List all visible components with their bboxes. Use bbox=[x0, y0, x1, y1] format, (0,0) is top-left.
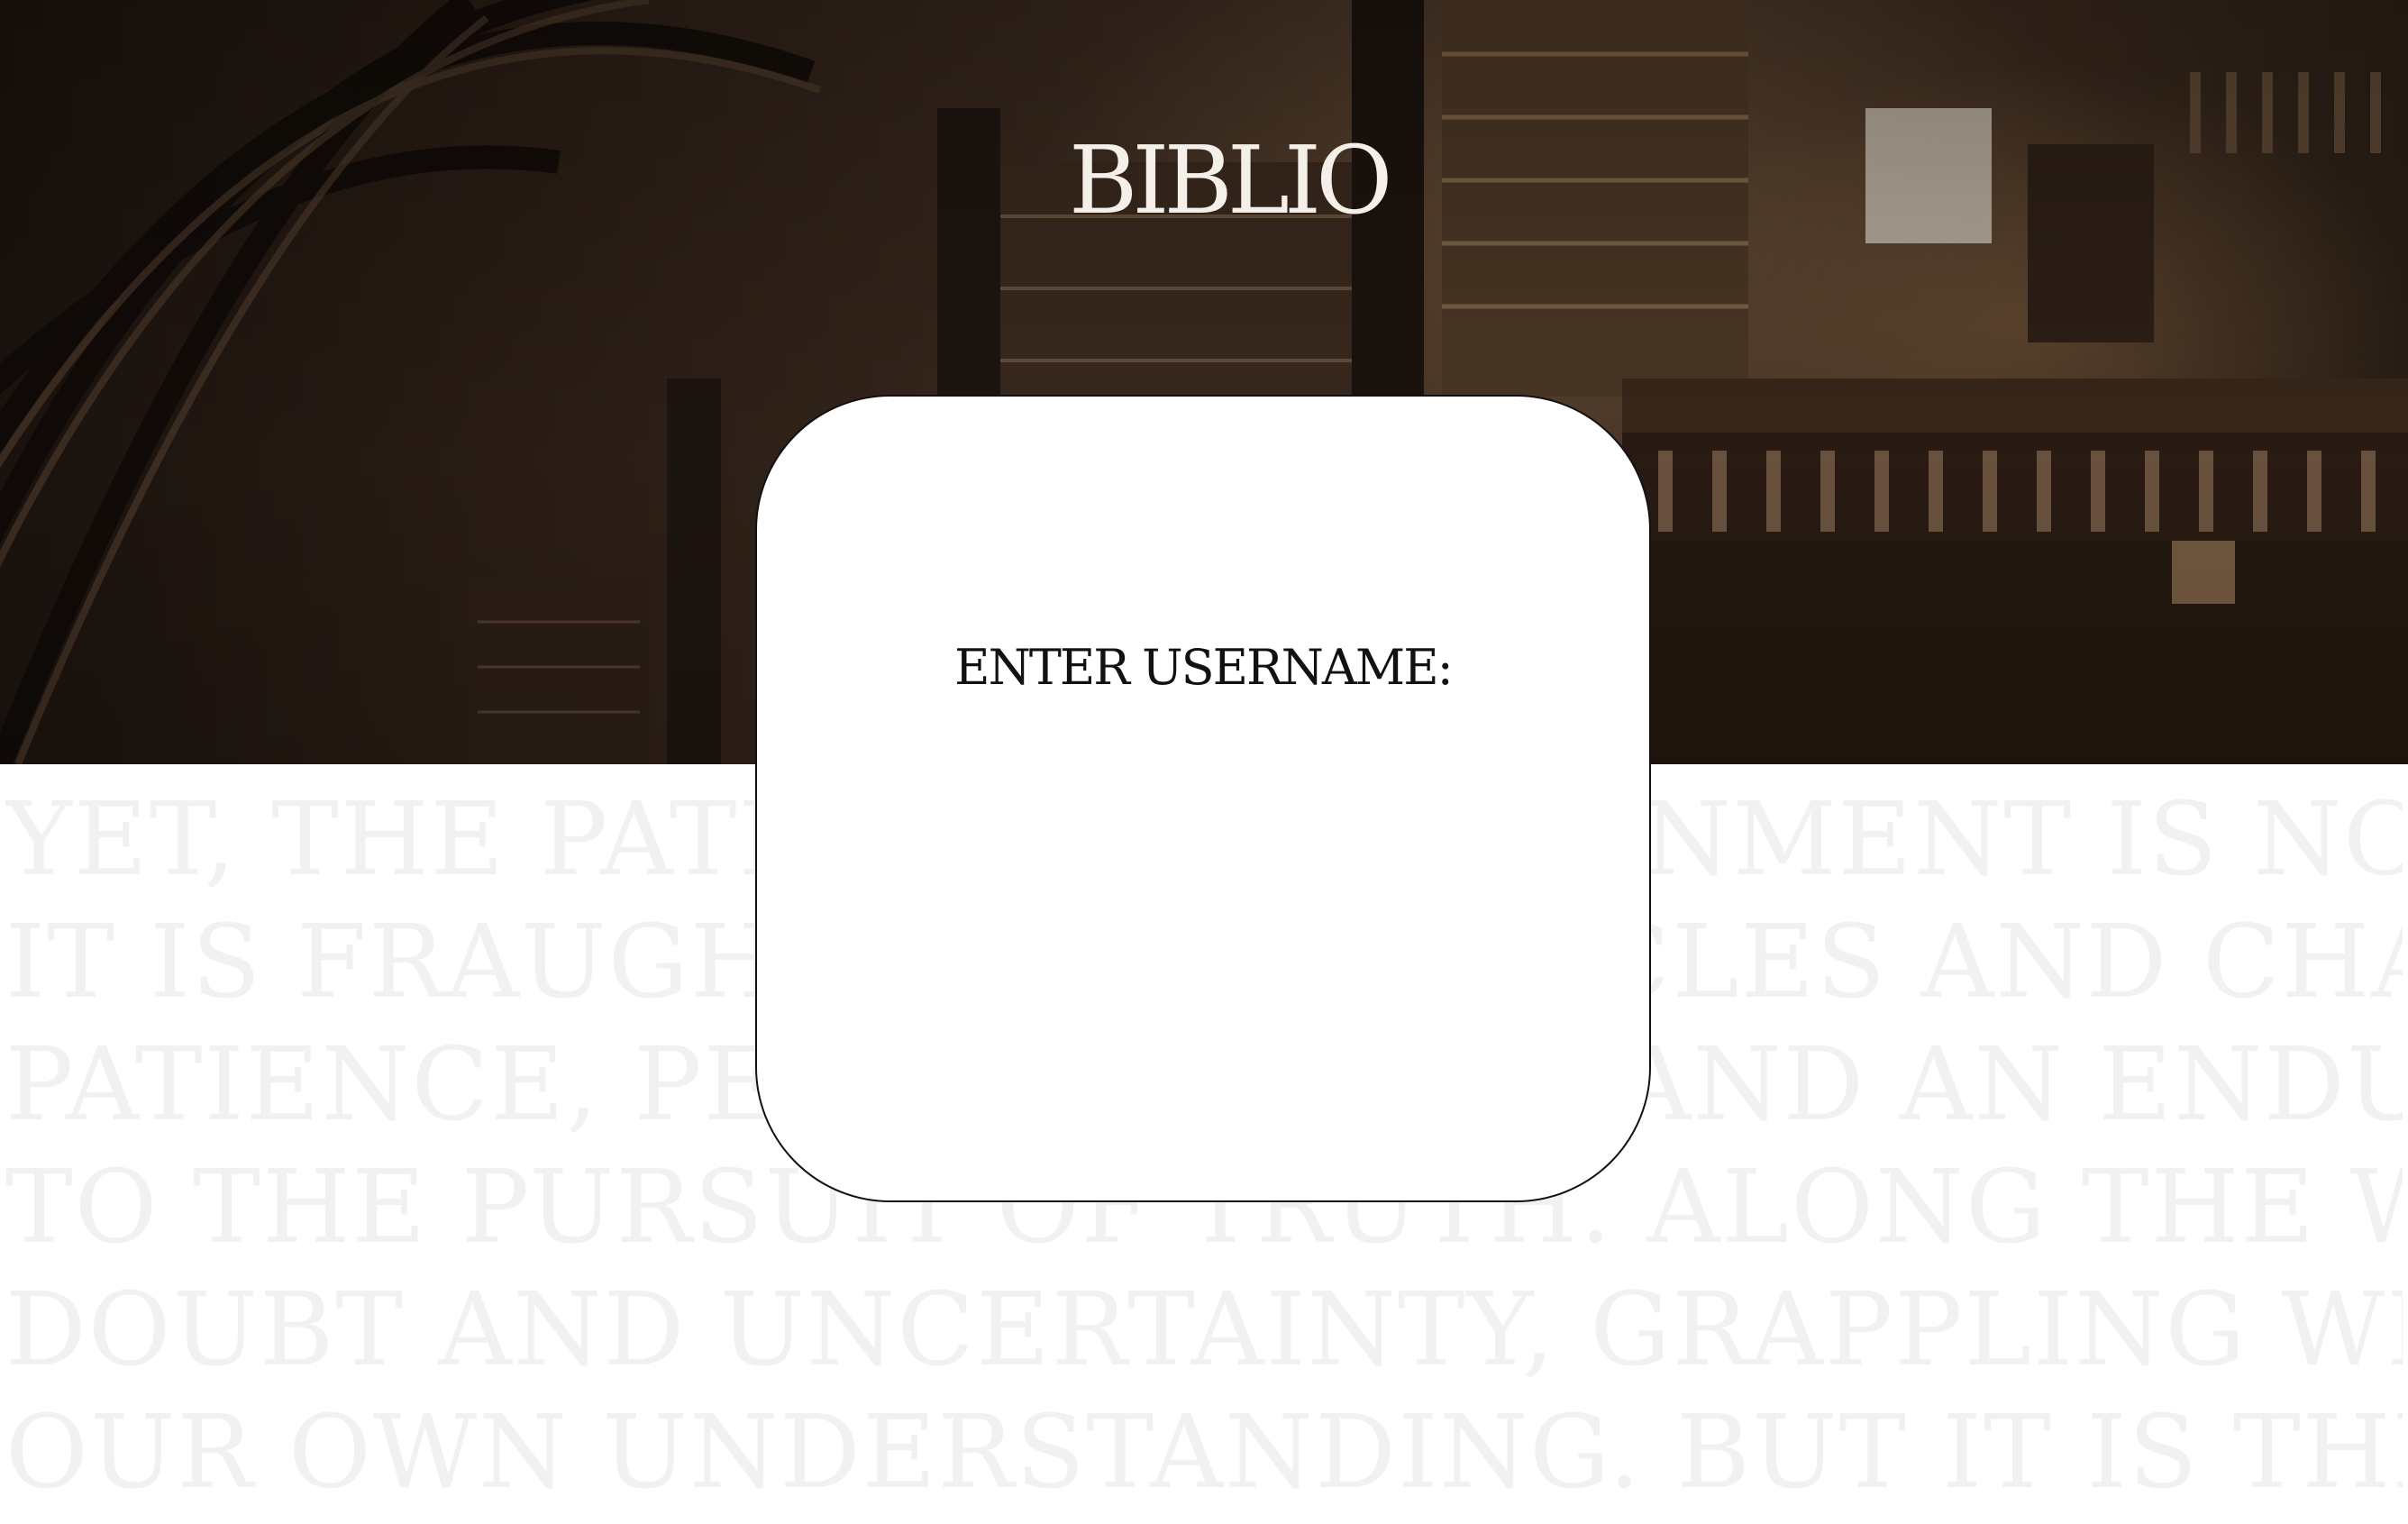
background-text-line: DOUBT AND UNCERTAINTY, GRAPPLING WITH TH… bbox=[5, 1272, 2403, 1389]
enter-username-label: ENTER USERNAME: bbox=[954, 639, 1454, 696]
username-input[interactable] bbox=[937, 730, 1476, 804]
background-text-line: OUR OWN UNDERSTANDING. BUT IT IS THROUGH… bbox=[5, 1394, 2403, 1511]
biblio-logo: BIBLIO bbox=[1069, 125, 1392, 235]
login-card: ENTER USERNAME: bbox=[755, 395, 1651, 1202]
page: BIBLIO YET, THE PATH TO ENLIGHTENMENT IS… bbox=[0, 0, 2408, 1524]
